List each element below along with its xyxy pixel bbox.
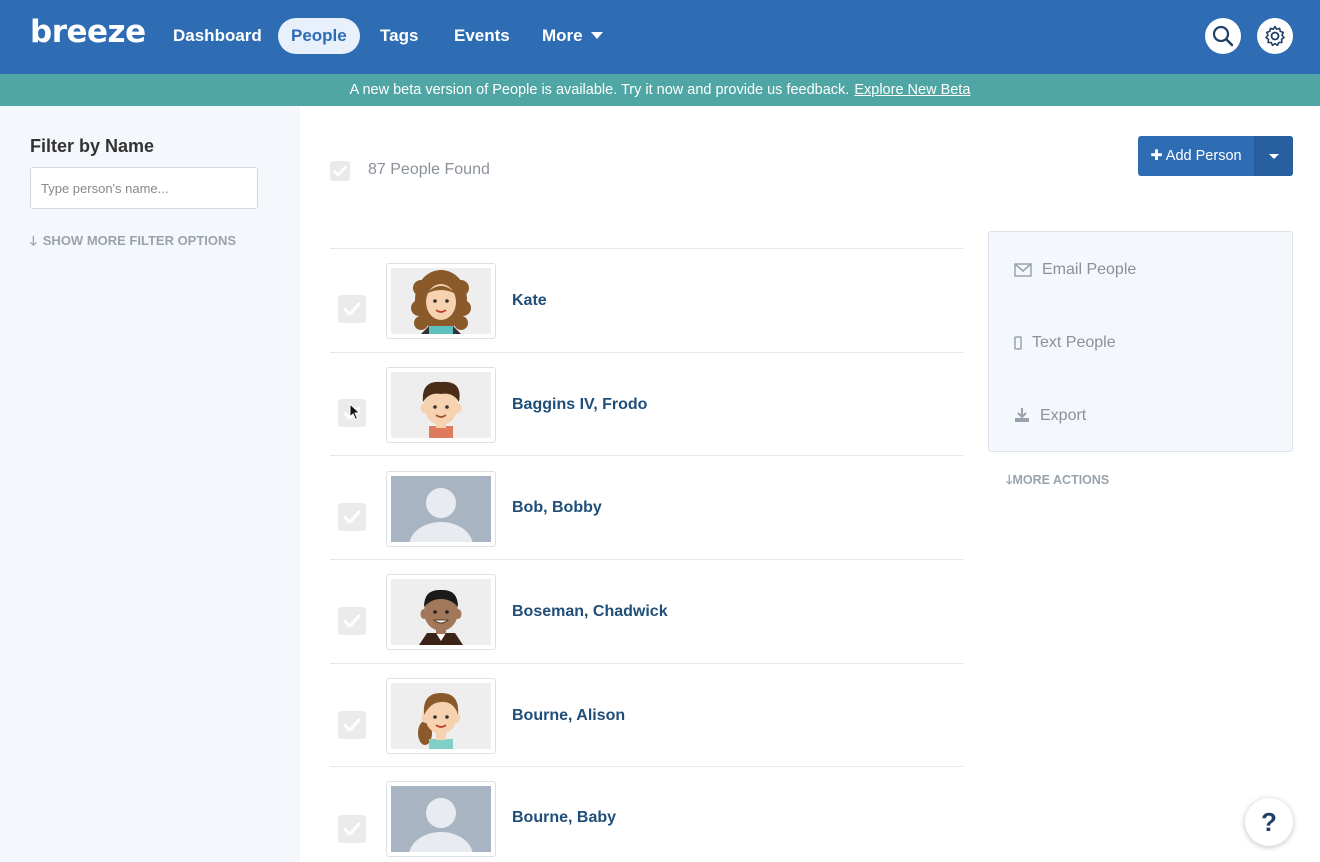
nav-events[interactable]: Events [441, 18, 523, 54]
explore-new-beta-link[interactable]: Explore New Beta [854, 82, 970, 98]
person-checkbox[interactable] [338, 295, 366, 323]
settings-button[interactable] [1257, 18, 1293, 54]
text-people-label: Text People [1032, 334, 1116, 351]
person-name-link[interactable]: Bob, Bobby [512, 499, 602, 517]
check-icon [343, 822, 361, 836]
bulk-actions-panel: Email People Text People Export [988, 231, 1293, 452]
beta-banner: A new beta version of People is availabl… [0, 74, 1320, 106]
person-row: Bob, Bobby [330, 455, 964, 559]
placeholder-avatar-icon [391, 476, 491, 542]
more-actions-label: MORE ACTIONS [1012, 473, 1110, 487]
more-actions-link[interactable]: 🡓MORE ACTIONS [1006, 471, 1109, 492]
add-person-dropdown-toggle[interactable] [1255, 136, 1293, 176]
man-suit-avatar-icon [391, 579, 491, 645]
arrow-down-icon: 🡓 [30, 233, 37, 248]
person-name-link[interactable]: Kate [512, 292, 547, 310]
beta-banner-message: A new beta version of People is availabl… [349, 82, 850, 98]
person-photo[interactable] [386, 471, 496, 547]
woman-ponytail-avatar-icon [391, 683, 491, 749]
text-people-action[interactable]: Text People [1014, 334, 1116, 352]
add-person-label: Add Person [1165, 148, 1242, 164]
mobile-phone-icon [1014, 336, 1022, 350]
woman-curly-avatar-icon [391, 268, 491, 334]
person-row: Bourne, Alison [330, 663, 964, 767]
person-checkbox[interactable] [338, 607, 366, 635]
check-icon [343, 302, 361, 316]
caret-down-icon [1269, 154, 1279, 159]
gear-icon [1265, 25, 1285, 47]
person-photo[interactable] [386, 263, 496, 339]
nav-tags[interactable]: Tags [367, 18, 431, 54]
export-label: Export [1040, 407, 1087, 424]
nav-dashboard[interactable]: Dashboard [160, 18, 275, 54]
person-name-link[interactable]: Bourne, Alison [512, 707, 625, 725]
show-more-filters-link[interactable]: 🡓 SHOW MORE FILTER OPTIONS [30, 232, 236, 254]
nav-more[interactable]: More [529, 18, 616, 54]
person-checkbox[interactable] [338, 815, 366, 843]
breeze-logo[interactable]: breeze [30, 14, 146, 50]
show-more-label: SHOW MORE FILTER OPTIONS [42, 233, 237, 248]
person-photo[interactable] [386, 574, 496, 650]
email-people-label: Email People [1042, 261, 1137, 278]
person-name-link[interactable]: Bourne, Baby [512, 809, 616, 827]
export-action[interactable]: Export [1014, 407, 1086, 425]
person-photo[interactable] [386, 367, 496, 443]
top-nav-bar: breeze Dashboard People Tags Events More [0, 0, 1320, 74]
person-photo[interactable] [386, 781, 496, 857]
person-photo[interactable] [386, 678, 496, 754]
filter-title: Filter by Name [30, 136, 155, 156]
download-icon [1015, 408, 1029, 422]
person-checkbox[interactable] [338, 711, 366, 739]
nav-people[interactable]: People [278, 18, 360, 54]
add-person-split-button: ✚ Add Person [1138, 136, 1293, 176]
boy-avatar-icon [391, 372, 491, 438]
placeholder-avatar-icon [391, 786, 491, 852]
nav-more-label: More [542, 26, 583, 45]
person-name-link[interactable]: Boseman, Chadwick [512, 603, 668, 621]
check-icon [333, 165, 347, 177]
envelope-icon [1014, 263, 1032, 277]
mouse-cursor-icon [349, 403, 361, 421]
select-all-checkbox[interactable] [330, 161, 350, 181]
search-icon [1212, 25, 1234, 47]
check-icon [343, 614, 361, 628]
person-row: Kate [330, 248, 964, 352]
name-filter-input[interactable] [30, 167, 258, 209]
plus-icon: ✚ [1150, 148, 1163, 164]
person-row: Boseman, Chadwick [330, 559, 964, 663]
person-checkbox[interactable] [338, 503, 366, 531]
search-button[interactable] [1205, 18, 1241, 54]
email-people-action[interactable]: Email People [1014, 261, 1136, 279]
help-button[interactable]: ? [1245, 798, 1293, 846]
check-icon [343, 510, 361, 524]
filter-sidebar: Filter by Name 🡓 SHOW MORE FILTER OPTIONS [0, 106, 300, 862]
add-person-button[interactable]: ✚ Add Person [1138, 136, 1254, 176]
chevron-down-icon [590, 32, 603, 39]
check-icon [343, 718, 361, 732]
person-row: Bourne, Baby [330, 766, 964, 862]
people-found-count: 87 People Found [368, 161, 490, 178]
person-name-link[interactable]: Baggins IV, Frodo [512, 396, 647, 414]
person-row: Baggins IV, Frodo [330, 352, 964, 456]
